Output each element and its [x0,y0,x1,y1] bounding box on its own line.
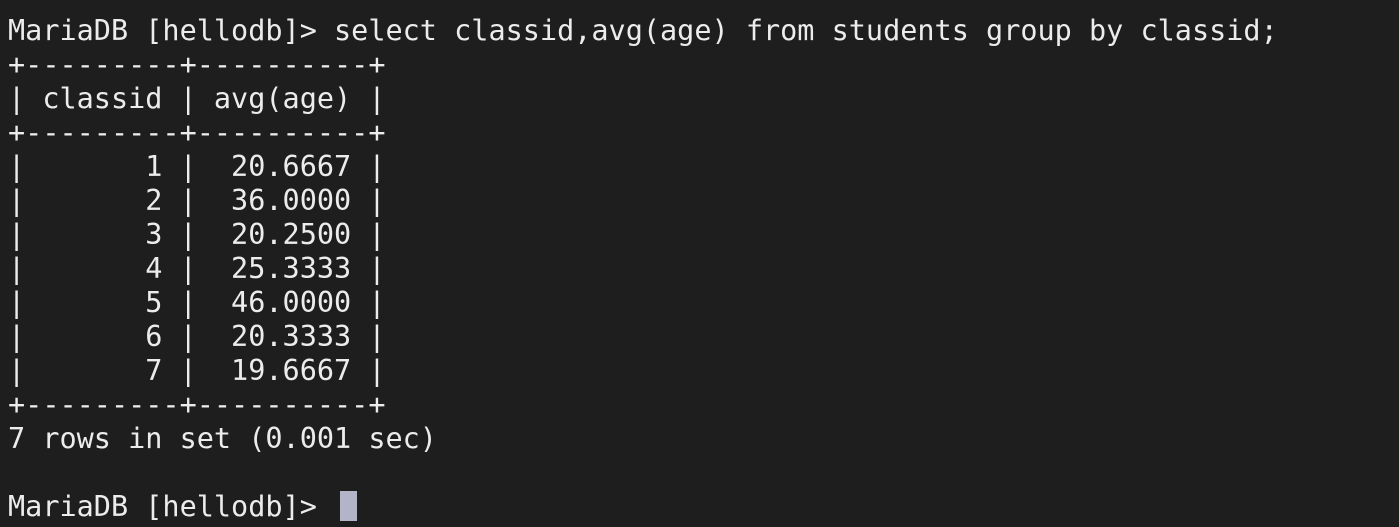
input-line[interactable]: MariaDB [hellodb]> [8,490,1399,524]
table-row: | 7 | 19.6667 | [8,354,386,387]
prompt: MariaDB [hellodb]> [8,14,335,47]
table-row: | 4 | 25.3333 | [8,252,386,285]
command-line: MariaDB [hellodb]> select classid,avg(ag… [8,14,1399,48]
table-row: | 5 | 46.0000 | [8,286,386,319]
terminal-window[interactable]: MariaDB [hellodb]> select classid,avg(ag… [0,0,1399,527]
table-border-bottom: +---------+----------+ [8,388,386,421]
table-header-row: | classid | avg(age) | [8,82,386,115]
text-cursor[interactable] [340,491,358,521]
sql-command: select classid,avg(age) from students gr… [334,14,1278,47]
table-border-middle: +---------+----------+ [8,116,386,149]
table-row: | 3 | 20.2500 | [8,218,386,251]
table-row: | 1 | 20.6667 | [8,150,386,183]
table-row: | 2 | 36.0000 | [8,184,386,217]
prompt: MariaDB [hellodb]> [8,490,335,523]
table-row: | 6 | 20.3333 | [8,320,386,353]
table-border-top: +---------+----------+ [8,48,386,81]
result-summary: 7 rows in set (0.001 sec) [8,422,437,455]
